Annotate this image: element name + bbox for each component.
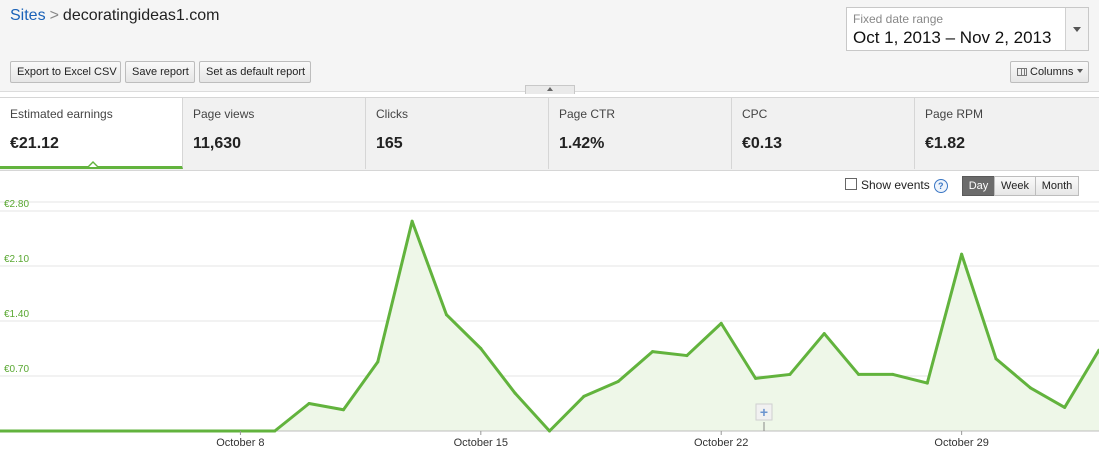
breadcrumb-current-site: decoratingideas1.com [62,7,220,24]
metric-label: Page views [193,107,255,121]
metric-label: Clicks [376,107,408,121]
data-point [857,372,861,376]
data-point [960,252,964,256]
columns-label: Columns [1030,66,1074,78]
date-range-value: Oct 1, 2013 – Nov 2, 2013 [853,28,1052,47]
data-point [1028,386,1032,390]
metric-page-views[interactable]: Page views 11,630 [183,98,366,169]
x-tick-label: October 22 [694,437,748,449]
data-point [616,380,620,383]
metric-value: 1.42% [559,135,605,152]
data-point [170,429,174,433]
show-events-toggle[interactable]: Show events? [845,178,948,193]
show-events-label: Show events [861,178,930,192]
plus-icon: + [760,404,768,420]
data-point [444,313,448,317]
help-icon[interactable]: ? [933,179,948,193]
metric-page-rpm[interactable]: Page RPM €1.82 [915,98,1099,169]
chevron-down-icon [1073,27,1081,32]
save-report-button[interactable]: Save report [125,61,195,83]
show-events-checkbox[interactable] [845,178,857,190]
data-point [1063,405,1067,409]
granularity-month-button[interactable]: Month [1035,176,1079,196]
date-range-label: Fixed date range [853,12,944,26]
data-point [410,219,414,223]
data-point [754,376,758,380]
x-tick-label: October 8 [216,437,264,449]
breadcrumb-separator: > [49,7,59,24]
earnings-chart: €0.70 €1.40 €2.10 €2.80 October 8 October 15 O… [0,200,1099,449]
granularity-week-button[interactable]: Week [994,176,1036,196]
report-header: Sites > decoratingideas1.com Fixed date ra… [0,0,1099,94]
data-point [925,381,929,385]
caret-down-icon [1077,69,1084,73]
data-point [994,357,998,361]
metric-value: 11,630 [193,135,242,152]
y-tick-label: €0.70 [4,364,29,375]
metric-clicks[interactable]: Clicks 165 [366,98,549,169]
data-point [548,429,551,433]
metric-cpc[interactable]: CPC €0.13 [732,98,915,169]
data-point [101,429,105,433]
data-point [582,394,586,398]
metric-tabs: Estimated earnings €21.12 Page views 11,… [0,97,1099,171]
metric-label: CPC [742,107,768,121]
metric-label: Estimated earnings [10,107,113,121]
data-point [32,429,36,433]
data-point [651,350,655,354]
columns-button[interactable]: Columns [1010,61,1089,83]
date-range-picker[interactable]: Fixed date range Oct 1, 2013 – Nov 2, 20… [846,7,1089,51]
export-csv-button[interactable]: Export to Excel CSV [10,61,121,83]
metric-value: €0.13 [742,135,783,152]
selected-indicator-inner [89,163,97,167]
data-point [891,372,895,376]
metric-label: Page CTR [559,107,616,121]
columns-icon [1017,68,1027,76]
metric-value: €1.82 [925,135,966,152]
granularity-day-button[interactable]: Day [962,176,995,196]
metric-value: €21.12 [10,135,59,152]
y-tick-label: €1.40 [4,309,29,320]
data-point [135,429,139,433]
collapse-header-toggle[interactable] [525,85,575,94]
metric-estimated-earnings[interactable]: Estimated earnings €21.12 [0,98,183,169]
metric-label: Page RPM [925,107,984,121]
breadcrumb: Sites > decoratingideas1.com [10,7,219,25]
y-tick-label: €2.10 [4,254,29,265]
metric-page-ctr[interactable]: Page CTR 1.42% [549,98,732,169]
earnings-area [0,221,1099,431]
metric-value: 165 [376,135,403,152]
x-tick-label: October 15 [454,437,508,449]
data-point [788,372,792,376]
set-default-report-button[interactable]: Set as default report [199,61,311,83]
data-point [204,429,208,433]
data-point [376,360,380,364]
date-range-dropdown-button[interactable] [1065,8,1088,50]
x-tick-label: October 29 [934,437,988,449]
data-point [273,429,277,433]
y-tick-label: €2.80 [4,200,29,210]
data-point [719,321,723,325]
data-point [341,408,345,412]
data-point [307,402,311,405]
data-point [822,332,826,336]
data-point [67,429,71,433]
data-point [685,354,689,358]
data-point [479,347,483,350]
data-point [513,391,517,395]
chevron-up-icon [547,87,553,91]
breadcrumb-sites-link[interactable]: Sites [10,7,46,24]
